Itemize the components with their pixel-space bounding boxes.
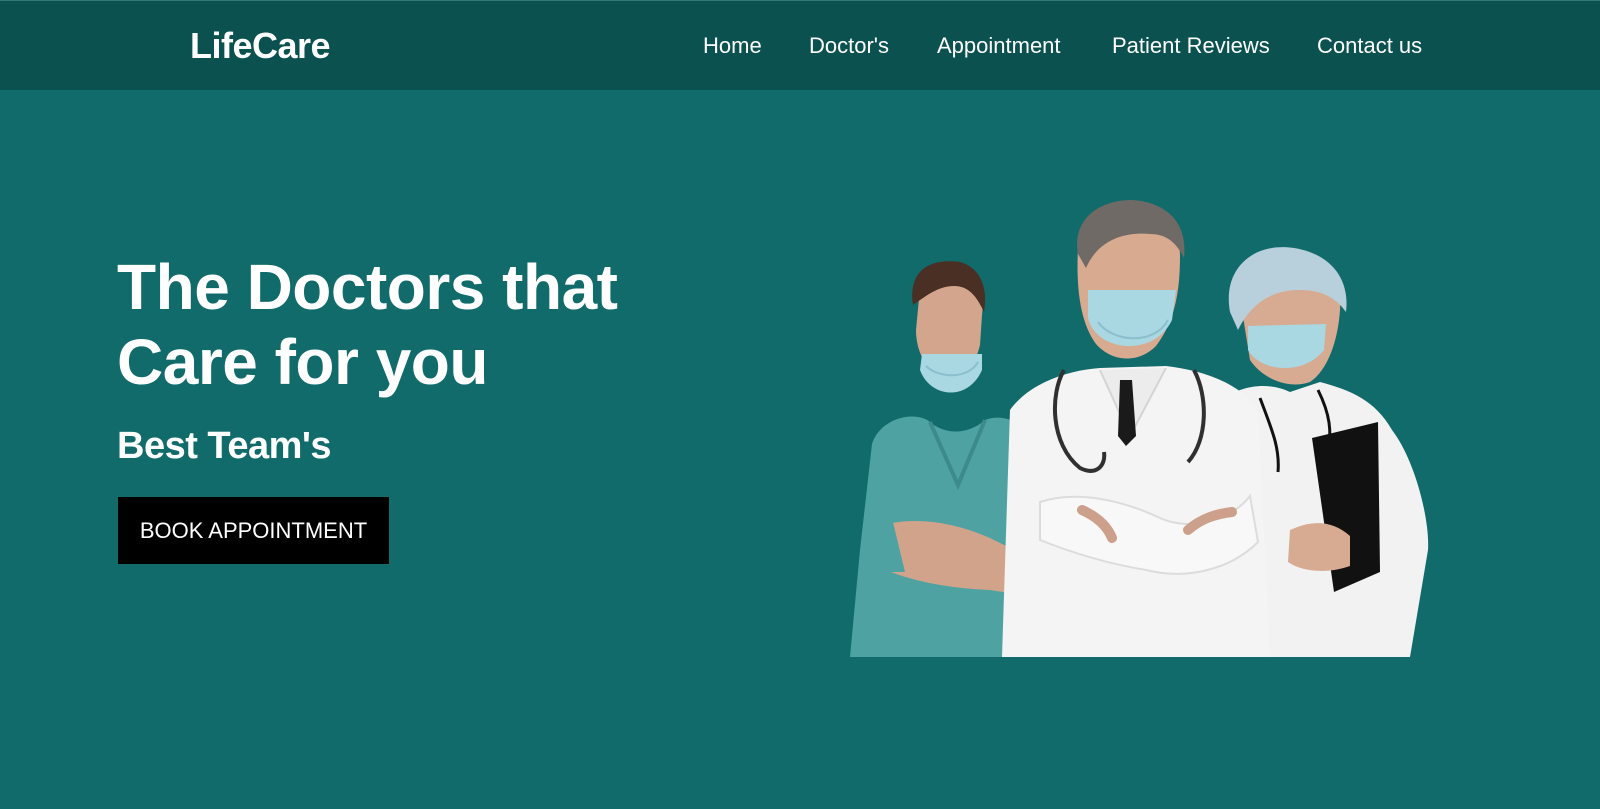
hero-title: The Doctors that Care for you	[117, 250, 637, 400]
nav-link-contact[interactable]: Contact us	[1317, 33, 1422, 59]
book-appointment-button[interactable]: BOOK APPOINTMENT	[118, 497, 389, 564]
hero-title-line-1: The Doctors that	[117, 251, 618, 323]
page: LifeCare Home Doctor's Appointment Patie…	[0, 0, 1600, 809]
brand-logo[interactable]: LifeCare	[190, 25, 331, 67]
doctors-team-image	[850, 200, 1429, 657]
nav-link-home[interactable]: Home	[703, 33, 762, 59]
hero-title-line-2: Care for you	[117, 326, 488, 398]
nav-link-appointment[interactable]: Appointment	[937, 33, 1061, 59]
nav-link-patient-reviews[interactable]: Patient Reviews	[1112, 33, 1270, 59]
doctor-center-illustration	[1002, 200, 1270, 657]
hero-subtitle: Best Team's	[117, 425, 332, 467]
top-navbar: LifeCare Home Doctor's Appointment Patie…	[0, 0, 1600, 90]
nav-link-doctors[interactable]: Doctor's	[809, 33, 889, 59]
